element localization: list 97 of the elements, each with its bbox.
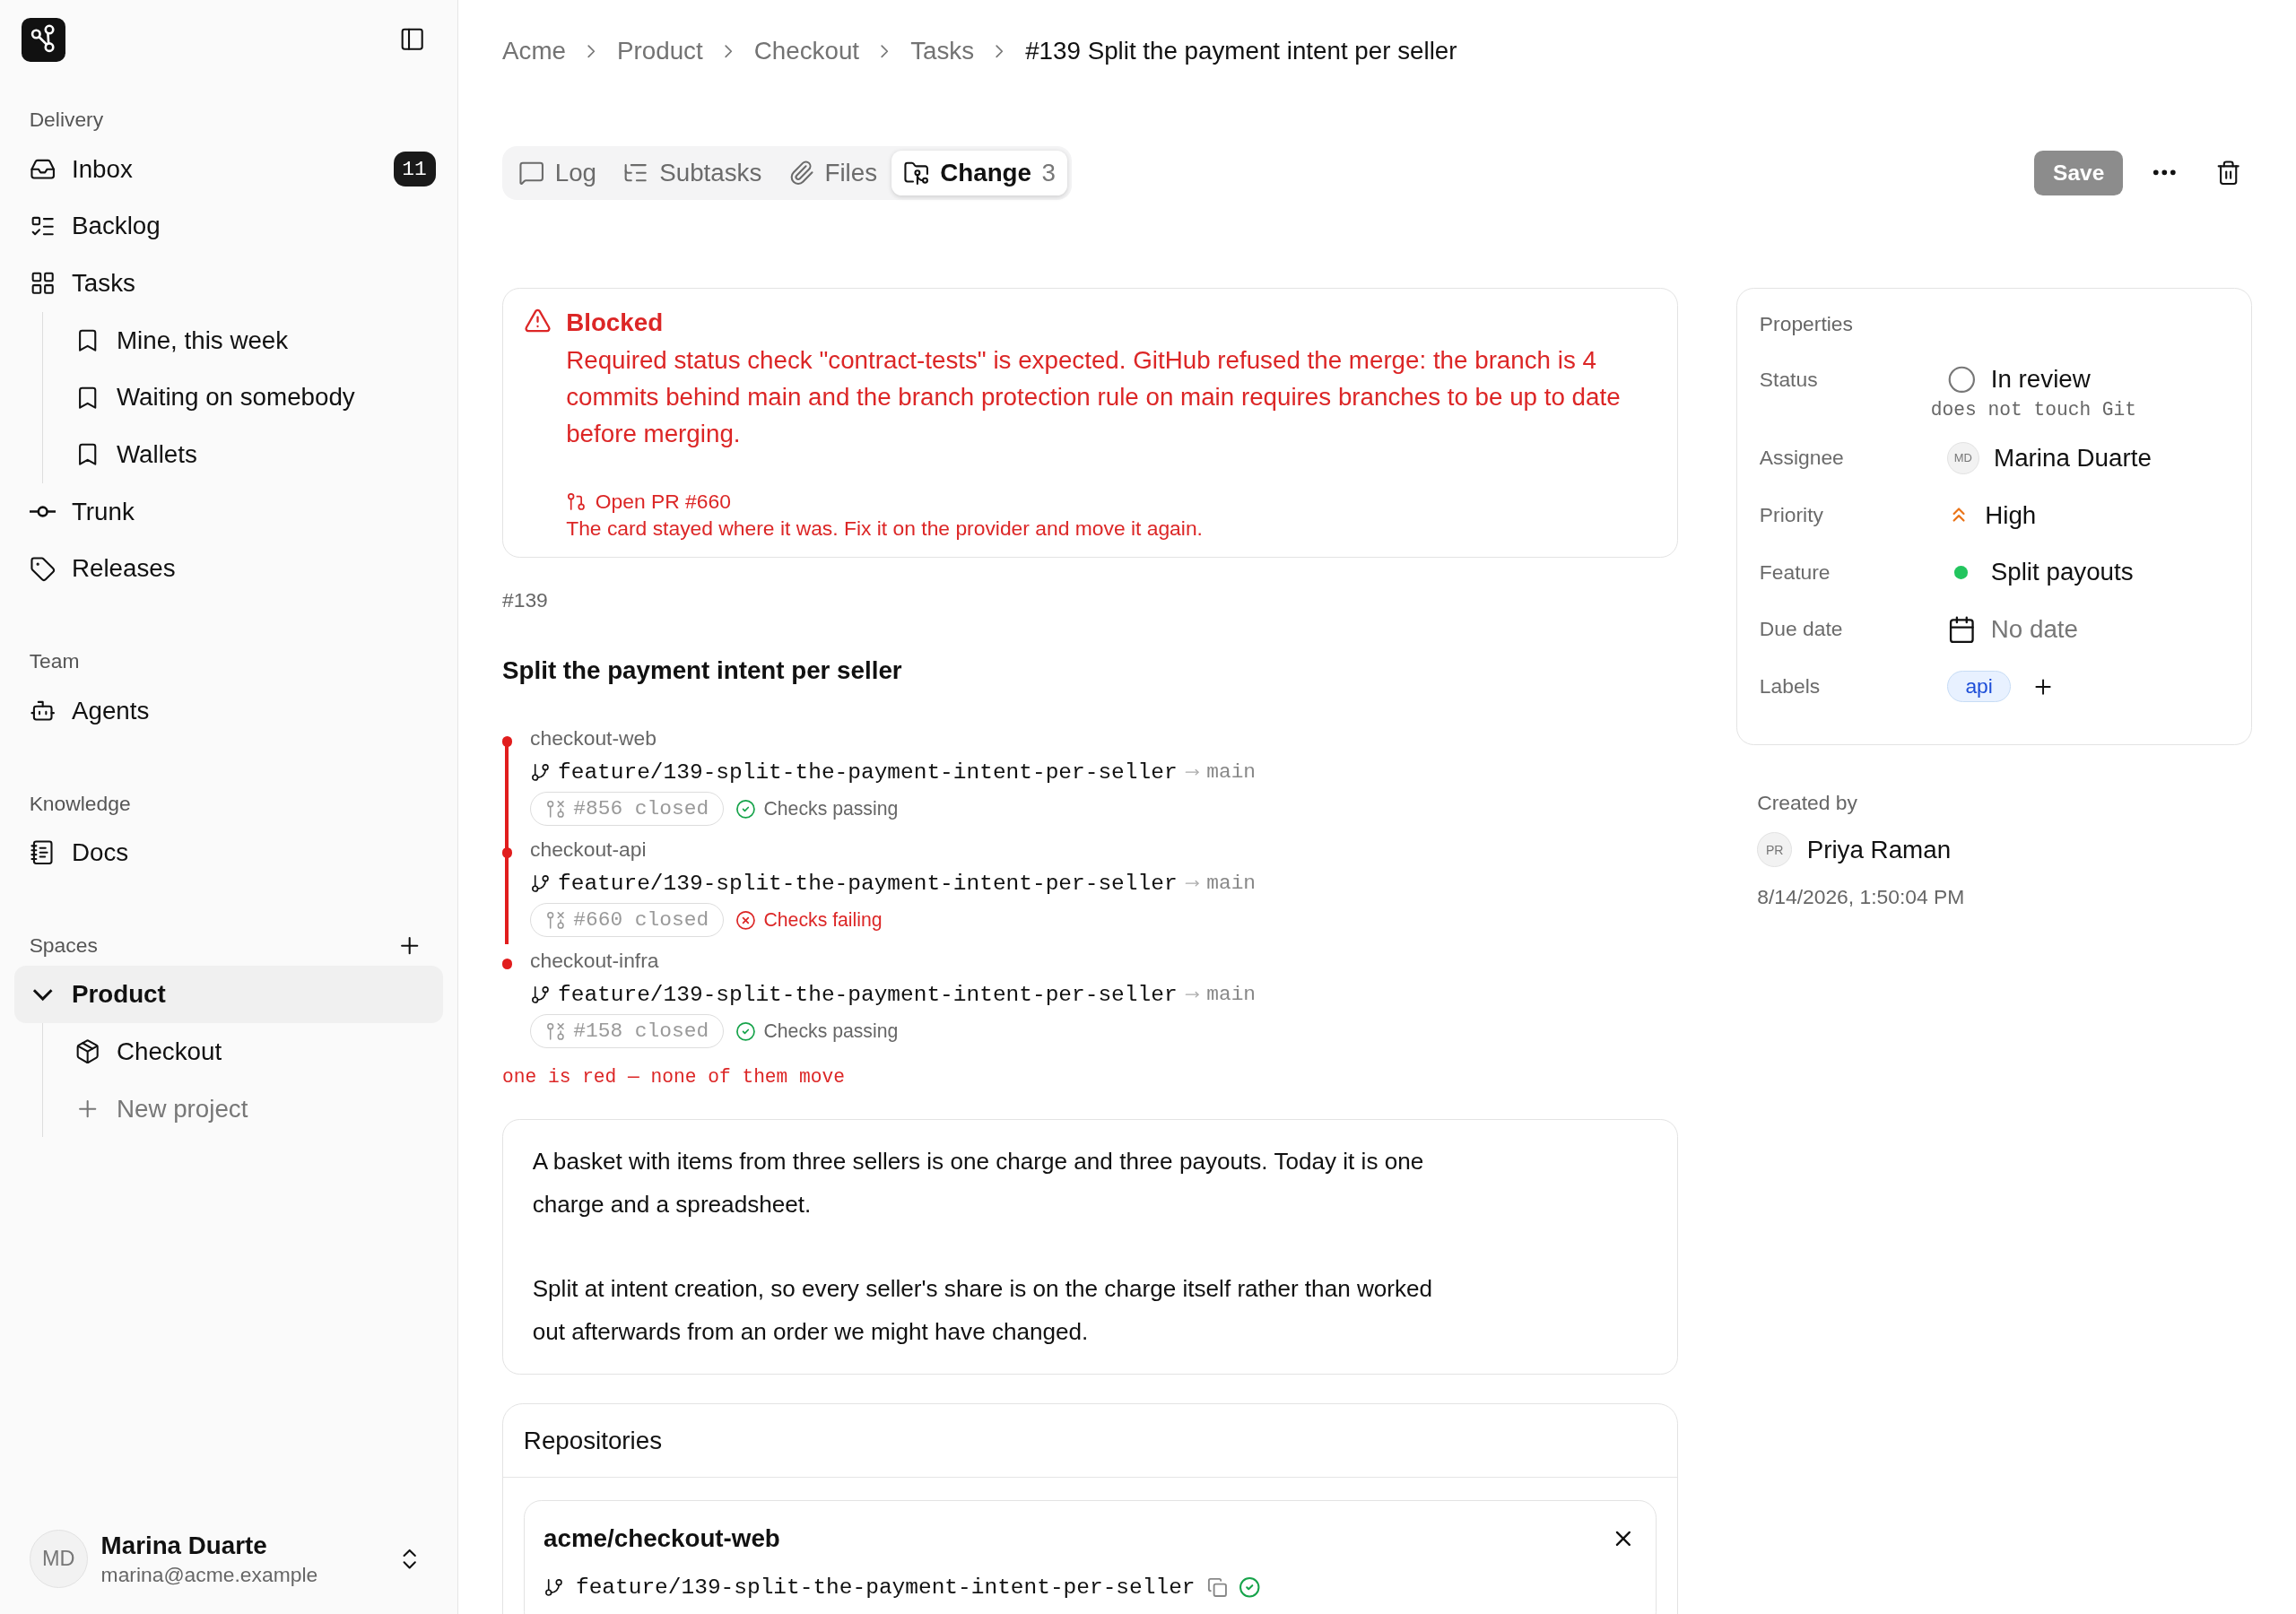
tab[interactable]: Files <box>776 150 890 196</box>
breadcrumb-item[interactable]: Checkout <box>753 36 860 65</box>
creator-avatar: PR <box>1757 832 1793 868</box>
repo-name: checkout-web <box>530 725 657 750</box>
priority-value[interactable]: High <box>1985 500 2037 530</box>
sidebar-item[interactable]: Agents <box>14 681 443 740</box>
branch-icon <box>530 872 551 894</box>
tag-icon <box>29 555 56 582</box>
properties-title: Properties <box>1759 312 1854 337</box>
branch-name: feature/139-split-the-payment-intent-per-seller <box>558 871 1178 896</box>
property-label: Labels <box>1759 674 1822 699</box>
status-value[interactable]: In review <box>1990 365 2091 395</box>
user-name: Marina Duarte <box>100 1531 268 1560</box>
timeline-dot <box>502 959 513 969</box>
repo-name: checkout-infra <box>530 948 660 973</box>
checks-status: Checks passing <box>735 1020 899 1043</box>
sidebar-item[interactable]: Checkout <box>59 1023 443 1080</box>
timeline-dot <box>502 736 513 747</box>
user-avatar: MD <box>29 1530 88 1589</box>
tab[interactable]: Subtasks <box>611 150 774 196</box>
x-circle-icon <box>735 909 757 931</box>
branch-name: feature/139-split-the-payment-intent-per-seller <box>558 759 1178 785</box>
sidebar-item[interactable]: Wallets <box>59 426 443 483</box>
feature-value[interactable]: Split payouts <box>1990 558 2134 587</box>
target-branch: main <box>1206 760 1257 785</box>
pull-request-link[interactable]: Open PR #660 <box>566 489 1657 514</box>
sidebar-item[interactable]: Inbox 11 <box>14 140 443 198</box>
creator-name: Priya Raman <box>1806 835 1952 864</box>
user-email: marina@acme.example <box>100 1562 319 1587</box>
branch-icon <box>530 761 551 783</box>
alert-message: Required status check "contract-tests" is expected. GitHub refused the merge: the branch is 4 commits behind main and the branch protection rule on main requires branches to be up to date before merging. <box>566 345 1622 449</box>
changes-note: one is red — none of them move <box>502 1065 846 1088</box>
closed-pull-request-icon <box>545 1020 567 1042</box>
repositories-title: Repositories <box>503 1404 1678 1479</box>
logo-icon <box>22 17 66 62</box>
property-label: Feature <box>1759 560 1831 585</box>
chat-icon <box>517 160 545 187</box>
checks-status: Checks passing <box>735 797 899 820</box>
section-label: Delivery <box>29 108 104 133</box>
branch-icon <box>530 984 551 1005</box>
copy-icon[interactable] <box>1206 1576 1228 1598</box>
closed-pull-request-icon <box>545 909 567 931</box>
task-number: #139 <box>502 588 549 613</box>
timeline-dot <box>502 847 513 858</box>
breadcrumb-item[interactable]: Acme <box>502 36 566 65</box>
property-label: Priority <box>1759 503 1824 528</box>
description-paragraph: A basket with items from three sellers is one charge and three payouts. Today it is one charge and a spreadsheet. <box>532 1147 1425 1219</box>
section-label: Team <box>29 649 80 674</box>
created-by-label: Created by <box>1757 790 1858 815</box>
target-branch: main <box>1206 872 1257 896</box>
sidebar-item[interactable]: Product <box>14 966 443 1024</box>
section-label: Knowledge <box>29 791 131 816</box>
check-circle-icon <box>735 1020 757 1042</box>
property-label: Due date <box>1759 617 1844 642</box>
alert-title: Blocked <box>566 307 665 338</box>
checks-status: Checks failing <box>735 909 883 932</box>
label-tag[interactable]: api <box>1946 670 2012 703</box>
repo-name: checkout-api <box>530 837 648 861</box>
sidebar-item[interactable]: New project <box>59 1080 443 1138</box>
sidebar-item[interactable]: Mine, this week <box>59 311 443 369</box>
description-paragraph: Split at intent creation, so every seller's share is on the charge itself rather than worked out afterwards from an order we might have changed. <box>532 1274 1434 1347</box>
status-hint: does not touch Git <box>1930 399 2138 421</box>
tab[interactable]: Change 3 <box>891 150 1067 196</box>
breadcrumb-item[interactable]: Product <box>617 36 703 65</box>
assignee-avatar: MD <box>1946 441 1979 474</box>
sidebar-item[interactable]: Tasks <box>14 255 443 312</box>
property-label: Assignee <box>1759 446 1845 471</box>
breadcrumb-item[interactable]: Tasks <box>910 36 975 65</box>
branch-name: feature/139-split-the-payment-intent-per-seller <box>575 1575 1196 1600</box>
created-date: 8/14/2026, 1:50:04 PM <box>1757 885 1966 909</box>
tab[interactable]: Log <box>506 150 609 196</box>
section-label: Spaces <box>29 933 98 959</box>
folder-branch-icon <box>903 160 930 187</box>
sidebar-item[interactable]: Releases <box>14 540 443 598</box>
commit-icon <box>29 506 56 518</box>
branch-name: feature/139-split-the-payment-intent-per-seller <box>558 982 1178 1007</box>
branch-icon <box>544 1576 564 1598</box>
sidebar-item[interactable]: Waiting on somebody <box>59 369 443 427</box>
alert-note: The card stayed where it was. Fix it on the provider and move it again. <box>566 516 1204 541</box>
breadcrumb-item[interactable]: #139 Split the payment intent per seller <box>1025 36 1457 65</box>
status-circle-icon <box>1946 364 1977 395</box>
target-branch: main <box>1206 983 1257 1007</box>
check-circle-icon <box>735 798 757 820</box>
count-badge: 11 <box>393 152 436 187</box>
pull-request-icon <box>566 490 587 512</box>
sidebar-item[interactable]: Trunk <box>14 482 443 541</box>
closed-pull-request-icon <box>545 798 567 820</box>
trash-icon[interactable] <box>2215 160 2242 187</box>
property-label: Status <box>1759 367 1819 392</box>
task-title: Split the payment intent per seller <box>502 656 903 686</box>
sidebar-item[interactable]: Docs <box>14 824 443 881</box>
notebook-icon <box>29 839 56 866</box>
assignee-value[interactable]: Marina Duarte <box>1994 443 2152 473</box>
due-date-value[interactable]: No date <box>1990 614 2078 644</box>
sidebar-item[interactable]: Backlog <box>14 197 443 256</box>
repository-name: acme/checkout-web <box>544 1524 780 1553</box>
check-circle-icon <box>1239 1575 1261 1599</box>
